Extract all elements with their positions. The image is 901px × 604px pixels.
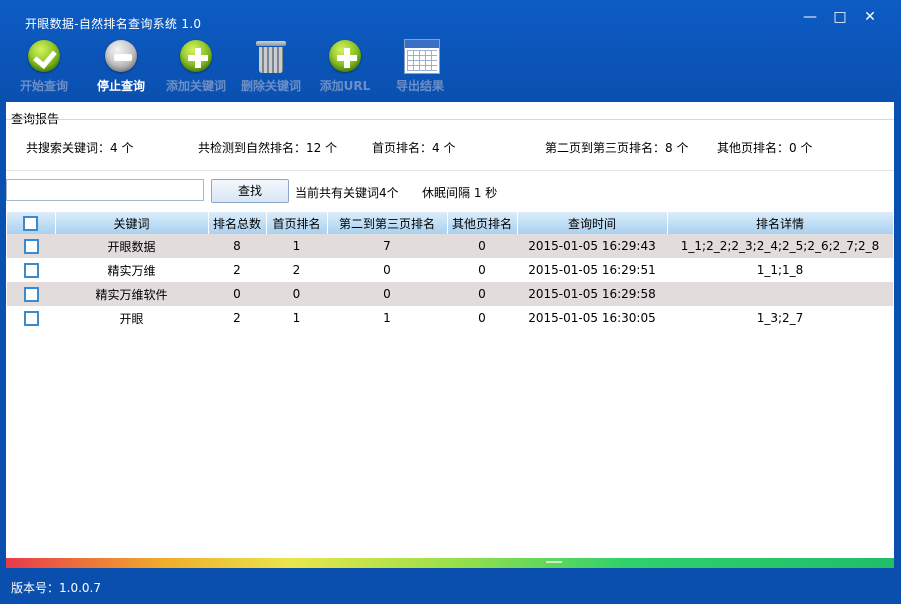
- table-header: 关键词 排名总数 首页排名 第二到第三页排名 其他页排名 查询时间 排名详情: [7, 212, 894, 234]
- sleep-interval: 休眠间隔 1 秒: [422, 186, 498, 200]
- cell-total: 8: [208, 234, 266, 258]
- cell-first: 1: [292, 311, 301, 325]
- cell-second-third: 0: [327, 282, 447, 306]
- row-checkbox[interactable]: [23, 286, 39, 302]
- cell-total: 2: [233, 263, 241, 277]
- row-checkbox[interactable]: [23, 262, 39, 278]
- cell-total: 0: [208, 282, 266, 306]
- close-button[interactable]: ✕: [858, 8, 882, 26]
- column-header[interactable]: 第二到第三页排名: [327, 212, 448, 234]
- toolbar: 开始查询 停止查询 添加关键词 删除关键词 添加URL 导出结果: [14, 38, 474, 98]
- cell-other: 0: [478, 263, 486, 277]
- cell-total: 2: [233, 311, 241, 325]
- add-url-button[interactable]: 添加URL: [307, 38, 383, 94]
- cell-second-third: 0: [383, 263, 391, 277]
- cell-time: 2015-01-05 16:30:05: [528, 311, 656, 325]
- cell-time: 2015-01-05 16:29:58: [517, 282, 667, 306]
- cell-other: 0: [447, 282, 517, 306]
- stop-icon: [103, 38, 139, 74]
- table-row[interactable]: 精实万维软件 0 0 0 0 2015-01-05 16:29:58: [7, 282, 893, 306]
- cell-first: 2: [292, 263, 301, 277]
- table-row[interactable]: 精实万维 2 2 0 0 2015-01-05 16:29:51 1_1;1_8: [7, 258, 893, 282]
- main-panel: 查询报告 共搜索关键词：4 个 共检测到自然排名：12 个 首页排名：4 个 第…: [6, 102, 894, 568]
- search-button[interactable]: 查找: [211, 179, 289, 203]
- stat-other-page: 其他页排名：0 个: [717, 141, 813, 155]
- cell-second-third: 1: [383, 311, 391, 325]
- cell-time: 2015-01-05 16:29:43: [517, 234, 667, 258]
- stop-query-label: 停止查询: [96, 79, 145, 93]
- cell-keyword: 开眼数据: [55, 234, 208, 258]
- cell-time: 2015-01-05 16:29:51: [528, 263, 656, 277]
- export-results-button[interactable]: 导出结果: [382, 38, 458, 94]
- cell-first: 1: [266, 234, 327, 258]
- cell-keyword: 精实万维软件: [55, 282, 208, 306]
- column-header[interactable]: 其他页排名: [447, 212, 518, 234]
- delete-keyword-label: 删除关键词: [240, 79, 301, 93]
- start-query-button[interactable]: 开始查询: [6, 38, 82, 94]
- select-all-checkbox[interactable]: [23, 215, 39, 231]
- stat-first-page: 首页排名：4 个: [372, 141, 456, 155]
- row-checkbox[interactable]: [23, 310, 39, 326]
- cell-other: 0: [447, 234, 517, 258]
- cell-first: 0: [266, 282, 327, 306]
- table-row[interactable]: 开眼 2 1 1 0 2015-01-05 16:30:05 1_3;2_7: [7, 306, 893, 330]
- progress-bar: [6, 558, 894, 568]
- row-checkbox[interactable]: [23, 238, 39, 254]
- window-title: 开眼数据-自然排名查询系统 1.0: [25, 17, 202, 31]
- add-url-label: 添加URL: [319, 79, 371, 93]
- column-header[interactable]: 排名总数: [208, 212, 267, 234]
- check-icon: [26, 38, 62, 74]
- maximize-button[interactable]: □: [828, 8, 852, 26]
- cell-detail: 1_1;2_2;2_3;2_4;2_5;2_6;2_7;2_8: [667, 234, 893, 258]
- version-label: 版本号：1.0.0.7: [11, 581, 101, 595]
- search-input[interactable]: [6, 179, 204, 201]
- column-header[interactable]: 关键词: [55, 212, 209, 234]
- cell-other: 0: [478, 311, 486, 325]
- column-header[interactable]: 排名详情: [667, 212, 894, 234]
- stat-second-third-page: 第二页到第三页排名：8 个: [545, 141, 689, 155]
- results-table: 关键词 排名总数 首页排名 第二到第三页排名 其他页排名 查询时间 排名详情 开…: [7, 212, 894, 330]
- cell-detail: 1_3;2_7: [756, 311, 804, 325]
- plus-icon: [327, 38, 363, 74]
- minimize-button[interactable]: —: [798, 8, 822, 26]
- app-window: 开眼数据-自然排名查询系统 1.0 — □ ✕ 开始查询 停止查询 添加关键词: [0, 0, 901, 604]
- stat-total-keywords: 共搜索关键词：4 个: [26, 141, 134, 155]
- keyword-count: 当前共有关键词4个: [295, 186, 399, 200]
- cell-detail: [667, 282, 893, 306]
- export-results-label: 导出结果: [395, 79, 444, 93]
- calendar-icon: [402, 38, 440, 74]
- add-keyword-button[interactable]: 添加关键词: [158, 38, 234, 94]
- progress-knob: [546, 561, 562, 563]
- cell-second-third: 7: [327, 234, 447, 258]
- divider: [6, 170, 894, 171]
- stat-natural-rankings: 共检测到自然排名：12 个: [198, 141, 338, 155]
- select-all-header[interactable]: [7, 212, 56, 234]
- start-query-label: 开始查询: [19, 79, 68, 93]
- table-row[interactable]: 开眼数据 8 1 7 0 2015-01-05 16:29:43 1_1;2_2…: [7, 234, 893, 258]
- column-header[interactable]: 首页排名: [266, 212, 328, 234]
- column-header[interactable]: 查询时间: [517, 212, 668, 234]
- stop-query-button[interactable]: 停止查询: [83, 38, 159, 94]
- add-keyword-label: 添加关键词: [165, 79, 226, 93]
- cell-detail: 1_1;1_8: [756, 263, 804, 277]
- cell-keyword: 开眼: [119, 311, 144, 326]
- title-bar: 开眼数据-自然排名查询系统 1.0 — □ ✕: [0, 0, 901, 31]
- report-divider: [6, 119, 894, 120]
- cell-keyword: 精实万维: [107, 263, 156, 278]
- plus-icon: [178, 38, 214, 74]
- trash-icon: [253, 38, 289, 74]
- delete-keyword-button[interactable]: 删除关键词: [233, 38, 309, 94]
